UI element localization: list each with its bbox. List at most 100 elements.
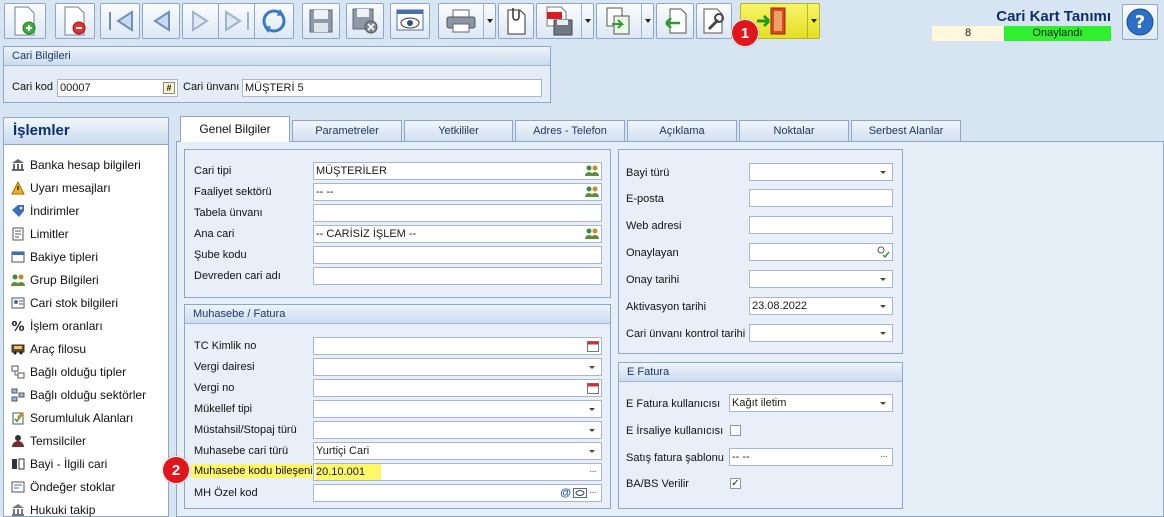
mukellef-select[interactable] (313, 400, 602, 418)
ana-cari-value: -- CARİSİZ İŞLEM -- (316, 228, 417, 240)
unvan-kontrol-select[interactable] (749, 324, 893, 342)
exit-dropdown[interactable] (807, 4, 819, 38)
export-dropdown[interactable] (641, 4, 653, 38)
email-at-icon[interactable]: @ (560, 485, 571, 501)
pdf-save-dropdown[interactable] (581, 4, 593, 38)
cari-kod-lookup-button[interactable]: # (163, 82, 175, 94)
help-icon: ? (1126, 8, 1154, 36)
sidebar-item[interactable]: İndirimler (10, 201, 79, 221)
back-button[interactable] (656, 3, 694, 39)
tab-parametreler[interactable]: Parametreler (292, 120, 402, 141)
bayi-turu-select[interactable] (749, 163, 893, 181)
sube-label: Şube kodu (194, 249, 247, 261)
sidebar-item[interactable]: % İşlem oranları (10, 316, 103, 336)
sidebar-item[interactable]: Cari stok bilgileri (10, 293, 118, 313)
save-close-button[interactable] (346, 3, 384, 39)
muh-kodu-input[interactable]: 20.10.001 ··· (313, 463, 602, 481)
first-record-button[interactable] (100, 3, 140, 39)
pdf-save-button[interactable] (536, 3, 594, 39)
genel-panel: Cari tipi MÜŞTERİLER Faaliyet sektörü --… (184, 149, 611, 298)
efatura-kullanici-select[interactable]: Kağıt iletim (729, 394, 893, 412)
tab-yetkililer[interactable]: Yetkililer (404, 120, 513, 141)
last-record-button[interactable] (218, 3, 258, 39)
tab-serbest-alanlar[interactable]: Serbest Alanlar (851, 120, 961, 141)
muh-cari-turu-select[interactable]: Yurtiçi Cari (313, 442, 602, 460)
ellipsis-icon[interactable]: ··· (880, 451, 888, 463)
tab-noktalar[interactable]: Noktalar (739, 120, 849, 141)
sidebar-item[interactable]: Bakiye tipleri (10, 247, 98, 267)
sidebar-item-label: Bayi - İlgili cari (30, 457, 108, 471)
group-lookup-icon[interactable] (585, 165, 599, 177)
sube-input[interactable] (313, 246, 602, 264)
last-record-icon (225, 10, 249, 32)
ana-cari-label: Ana cari (194, 228, 235, 240)
export-button[interactable] (596, 3, 654, 39)
vergi-no-label: Vergi no (194, 382, 235, 394)
print-dropdown[interactable] (483, 4, 495, 38)
mustahsil-select[interactable] (313, 421, 602, 439)
sidebar-item[interactable]: Sorumluluk Alanları (10, 408, 133, 428)
window-title: Cari Kart Tanımı (996, 8, 1111, 25)
sidebar-item[interactable]: Bayi - İlgili cari (10, 454, 107, 474)
settings-button[interactable] (696, 3, 732, 39)
eposta-input[interactable] (749, 189, 893, 207)
next-record-button[interactable] (182, 3, 219, 39)
onaylayan-input[interactable] (749, 243, 893, 261)
muhasebe-panel: Muhasebe / Fatura TC Kimlik no Vergi dai… (184, 304, 611, 509)
irsaliye-checkbox[interactable] (730, 425, 741, 436)
web-label: Web adresi (626, 220, 682, 232)
refresh-button[interactable] (254, 3, 294, 39)
sablon-input[interactable]: -- -- ··· (729, 448, 893, 466)
devreden-input[interactable] (313, 267, 602, 285)
sidebar-item[interactable]: Temsilciler (10, 431, 86, 451)
mh-ozel-label: MH Özel kod (194, 487, 258, 499)
group-lookup-icon[interactable] (585, 186, 599, 198)
print-icon (446, 9, 476, 33)
print-button[interactable] (438, 3, 496, 39)
sidebar-item[interactable]: Limitler (10, 224, 69, 244)
previous-record-button[interactable] (142, 3, 180, 39)
sidebar-item[interactable]: Öndeğer stoklar (10, 477, 115, 497)
aktivasyon-select[interactable]: 23.08.2022 (749, 297, 893, 315)
sidebar-item[interactable]: Bağlı olduğu sektörler (10, 385, 146, 405)
calendar-icon[interactable] (587, 340, 599, 352)
faaliyet-input[interactable]: -- -- (313, 183, 602, 201)
islemler-sidebar: İşlemler Banka hesap bilgileri Uyarı mesa… (3, 117, 169, 517)
sidebar-item[interactable]: Araç filosu (10, 339, 86, 359)
mh-ozel-input[interactable]: @ ··· (313, 484, 602, 502)
ellipsis-icon[interactable]: ··· (589, 487, 597, 499)
muh-kodu-value: 20.10.001 (316, 464, 381, 480)
delete-doc-button[interactable] (55, 3, 95, 39)
tab-aciklama[interactable]: Açıklama (627, 120, 737, 141)
copy-button[interactable] (498, 3, 534, 39)
sidebar-item[interactable]: Bağlı olduğu tipler (10, 362, 126, 382)
group-lookup-icon[interactable] (585, 228, 599, 240)
sidebar-item[interactable]: Hukuki takip (10, 500, 95, 517)
save-button[interactable] (302, 3, 340, 39)
ana-cari-input[interactable]: -- CARİSİZ İŞLEM -- (313, 225, 602, 243)
tab-genel-bilgiler[interactable]: Genel Bilgiler (180, 116, 290, 142)
sidebar-item[interactable]: Banka hesap bilgileri (10, 155, 141, 175)
preview-button[interactable] (390, 3, 430, 39)
cari-unvan-input[interactable]: MÜŞTERİ 5 (242, 79, 542, 97)
ellipsis-icon[interactable]: ··· (589, 466, 597, 478)
browse-icon[interactable] (573, 487, 587, 499)
sidebar-item[interactable]: Uyarı mesajları (10, 178, 111, 198)
vergi-dairesi-select[interactable] (313, 358, 602, 376)
sidebar-item[interactable]: Grup Bilgileri (10, 270, 99, 290)
cari-tipi-input[interactable]: MÜŞTERİLER (313, 162, 602, 180)
babs-checkbox[interactable]: ✓ (730, 478, 741, 489)
calendar-icon[interactable] (587, 382, 599, 394)
sidebar-item-label: Limitler (30, 227, 69, 241)
tab-adres-telefon[interactable]: Adres - Telefon (515, 120, 625, 141)
new-doc-button[interactable] (4, 3, 46, 39)
vergi-no-input[interactable] (313, 379, 602, 397)
user-check-icon[interactable] (876, 246, 890, 258)
cari-kod-input[interactable]: 00007 # (57, 79, 178, 97)
onay-tarihi-select[interactable] (749, 270, 893, 288)
tc-input[interactable] (313, 337, 602, 355)
tabela-input[interactable] (313, 204, 602, 222)
web-input[interactable] (749, 216, 893, 234)
muh-cari-turu-label: Muhasebe cari türü (194, 445, 289, 457)
help-button[interactable]: ? (1122, 4, 1158, 40)
